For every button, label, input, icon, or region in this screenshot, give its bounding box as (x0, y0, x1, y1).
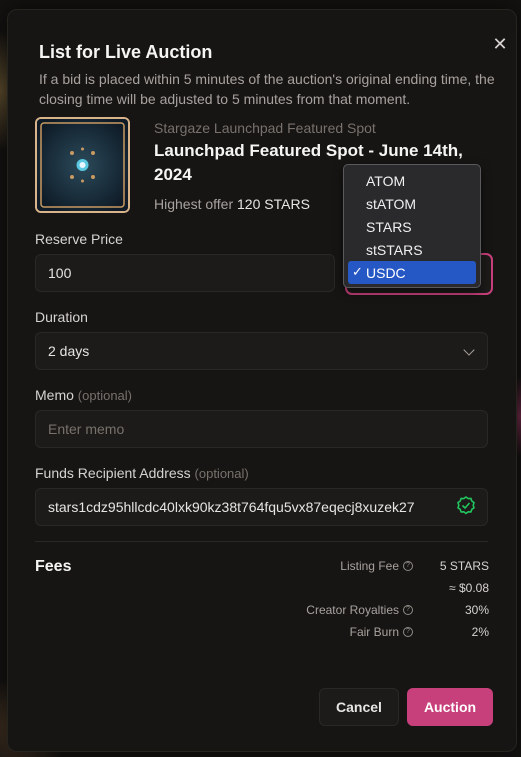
help-icon[interactable]: ? (403, 605, 413, 615)
recipient-optional: (optional) (194, 466, 249, 481)
auction-button[interactable]: Auction (407, 688, 493, 726)
option-label: stATOM (366, 195, 417, 212)
currency-option-atom[interactable]: ATOM (348, 169, 476, 192)
currency-option-ststars[interactable]: stSTARS (348, 238, 476, 261)
close-button[interactable]: ✕ (486, 30, 514, 58)
fair-burn-row: Fair Burn ? 2% (350, 625, 489, 639)
help-icon[interactable]: ? (403, 627, 413, 637)
reserve-price-label: Reserve Price (35, 231, 123, 247)
duration-select[interactable]: 2 days (35, 332, 488, 370)
nft-thumbnail (35, 117, 130, 213)
duration-value: 2 days (48, 343, 90, 359)
option-label: USDC (366, 264, 406, 281)
fees-title: Fees (35, 558, 72, 575)
close-icon: ✕ (492, 33, 508, 54)
modal-title: List for Live Auction (39, 42, 213, 62)
option-label: ATOM (366, 172, 406, 189)
memo-label-text: Memo (35, 387, 74, 403)
fees-divider (35, 541, 488, 542)
memo-input[interactable]: Enter memo (35, 410, 488, 448)
listing-fee-text: Listing Fee (340, 559, 399, 573)
currency-dropdown[interactable]: ATOM stATOM STARS stSTARS ✓ USDC (343, 164, 481, 288)
currency-option-statom[interactable]: stATOM (348, 192, 476, 215)
option-label: stSTARS (366, 241, 423, 258)
listing-fee-label: Listing Fee ? (340, 559, 413, 573)
royalties-label: Creator Royalties ? (306, 603, 413, 617)
check-icon: ✓ (352, 264, 363, 279)
verified-check-icon (457, 496, 475, 515)
currency-option-usdc[interactable]: ✓ USDC (348, 261, 476, 284)
fair-burn-value: 2% (471, 625, 489, 639)
listing-fee-usd-row: ≈ $0.08 (449, 581, 489, 595)
collection-name: Stargaze Launchpad Featured Spot (154, 120, 376, 136)
recipient-label-text: Funds Recipient Address (35, 465, 191, 481)
duration-label: Duration (35, 309, 88, 325)
listing-fee-usd: ≈ $0.08 (449, 581, 489, 595)
chevron-down-icon (463, 344, 475, 356)
fair-burn-text: Fair Burn (349, 625, 399, 639)
recipient-input[interactable]: stars1cdz95hllcdc40lxk90kz38t764fqu5vx87… (35, 488, 488, 526)
offer-value: 120 STARS (237, 196, 310, 212)
recipient-value: stars1cdz95hllcdc40lxk90kz38t764fqu5vx87… (48, 499, 415, 515)
modal-subtitle: If a bid is placed within 5 minutes of t… (39, 71, 495, 107)
option-label: STARS (366, 218, 412, 235)
help-icon[interactable]: ? (403, 561, 413, 571)
listing-fee-row: Listing Fee ? 5 STARS (340, 559, 489, 573)
fair-burn-label: Fair Burn ? (350, 625, 413, 639)
royalties-row: Creator Royalties ? 30% (306, 603, 489, 617)
royalties-value: 30% (464, 603, 489, 617)
highest-offer: Highest offer 120 STARS (154, 196, 310, 212)
recipient-label: Funds Recipient Address (optional) (35, 465, 249, 481)
royalties-text: Creator Royalties (306, 603, 399, 617)
reserve-price-input[interactable]: 100 (35, 254, 335, 292)
offer-label: Highest offer (154, 196, 234, 212)
memo-label: Memo (optional) (35, 387, 132, 403)
cancel-button[interactable]: Cancel (319, 688, 399, 726)
listing-fee-value: 5 STARS (439, 559, 489, 573)
currency-option-stars[interactable]: STARS (348, 215, 476, 238)
memo-optional: (optional) (77, 388, 132, 403)
